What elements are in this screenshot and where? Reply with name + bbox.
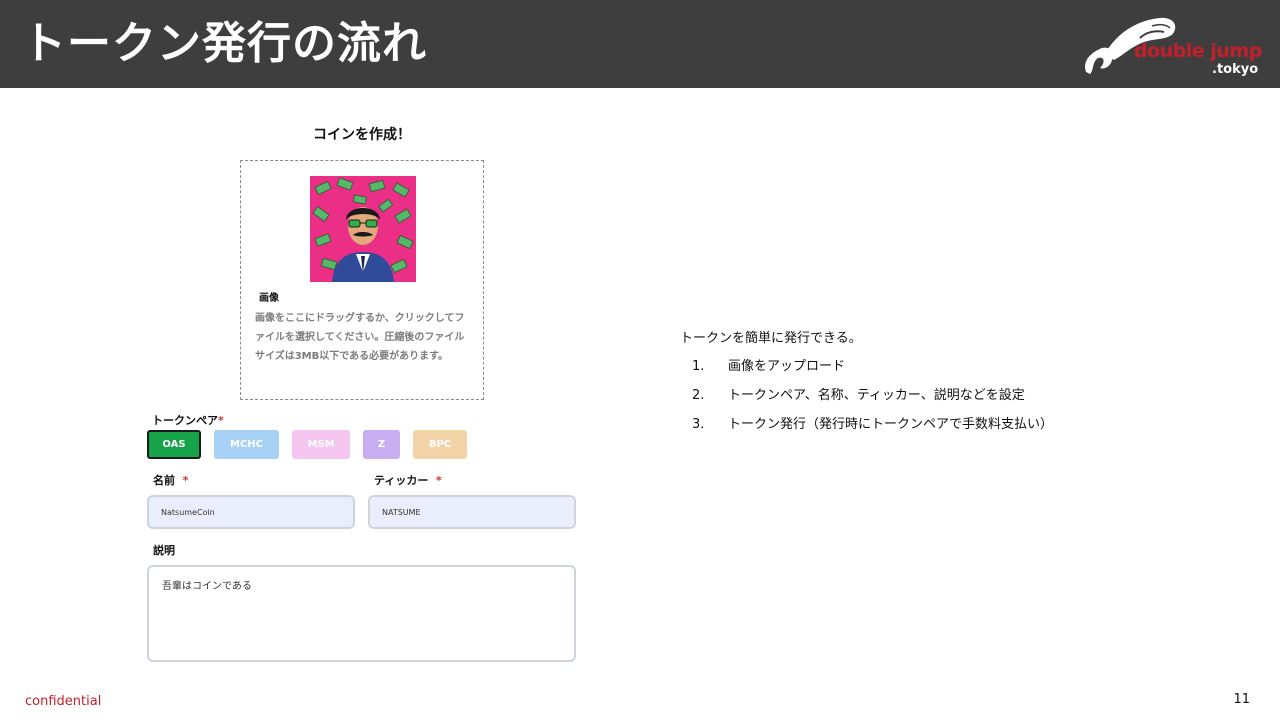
required-mark: *	[436, 474, 442, 487]
name-input[interactable]: NatsumeCoin	[147, 495, 355, 529]
name-label-text: 名前	[153, 474, 175, 487]
step-number: 3.	[692, 417, 705, 432]
required-mark: *	[182, 474, 189, 487]
image-upload-dropzone[interactable]: 画像 画像をここにドラッグするか、クリックしてファイルを選択してください。圧縮後…	[240, 160, 484, 400]
token-pair-label-text: トークンペア	[152, 414, 218, 427]
description-textarea[interactable]: 吾輩はコインである	[147, 565, 576, 662]
description-panel: トークンを簡単に発行できる。 1. 画像をアップロード 2. トークンペア、名称、テ…	[680, 330, 1053, 445]
ticker-label: ティッカー *	[374, 472, 442, 488]
token-pair-option-bpc[interactable]: BPC	[413, 430, 467, 459]
step-number: 1.	[692, 359, 705, 374]
page-number: 11	[1233, 692, 1250, 707]
coin-image-preview	[310, 176, 416, 282]
step-item: 1. 画像をアップロード	[680, 358, 1053, 376]
steps-list: 1. 画像をアップロード 2. トークンペア、名称、ティッカー、説明などを設定 3.…	[680, 358, 1053, 434]
token-pair-option-oas[interactable]: OAS	[147, 430, 201, 459]
token-pair-option-msm[interactable]: MSM	[292, 430, 350, 459]
step-item: 2. トークンペア、名称、ティッカー、説明などを設定	[680, 387, 1053, 405]
image-upload-help-text: 画像をここにドラッグするか、クリックしてファイルを選択してください。圧縮後のファ…	[255, 313, 465, 362]
image-label: 画像	[259, 293, 279, 304]
description-label: 説明	[153, 544, 175, 557]
slide-title: トークン発行の流れ	[22, 18, 427, 69]
step-text: トークンペア、名称、ティッカー、説明などを設定	[728, 388, 1025, 403]
step-text: 画像をアップロード	[728, 359, 846, 374]
confidential-label: confidential	[25, 694, 102, 709]
token-pair-option-z[interactable]: Z	[363, 430, 400, 459]
logo-suffix: .tokyo	[1212, 62, 1259, 77]
logo-wordmark: double jump	[1134, 40, 1262, 62]
description-intro: トークンを簡単に発行できる。	[680, 331, 862, 346]
token-pair-label: トークンペア*	[152, 412, 224, 428]
coin-illustration-icon	[312, 177, 414, 282]
step-number: 2.	[692, 388, 705, 403]
form-title: コインを作成！	[313, 127, 411, 143]
logo: double jump .tokyo	[1080, 12, 1266, 82]
name-label: 名前 *	[153, 472, 188, 488]
token-pair-option-mchc[interactable]: MCHC	[214, 430, 279, 459]
ticker-label-text: ティッカー	[374, 474, 429, 487]
step-text: トークン発行（発行時にトークンペアで手数料支払い）	[728, 417, 1054, 432]
required-mark: *	[218, 414, 224, 427]
ticker-input[interactable]: NATSUME	[368, 495, 576, 529]
step-item: 3. トークン発行（発行時にトークンペアで手数料支払い）	[680, 416, 1053, 434]
